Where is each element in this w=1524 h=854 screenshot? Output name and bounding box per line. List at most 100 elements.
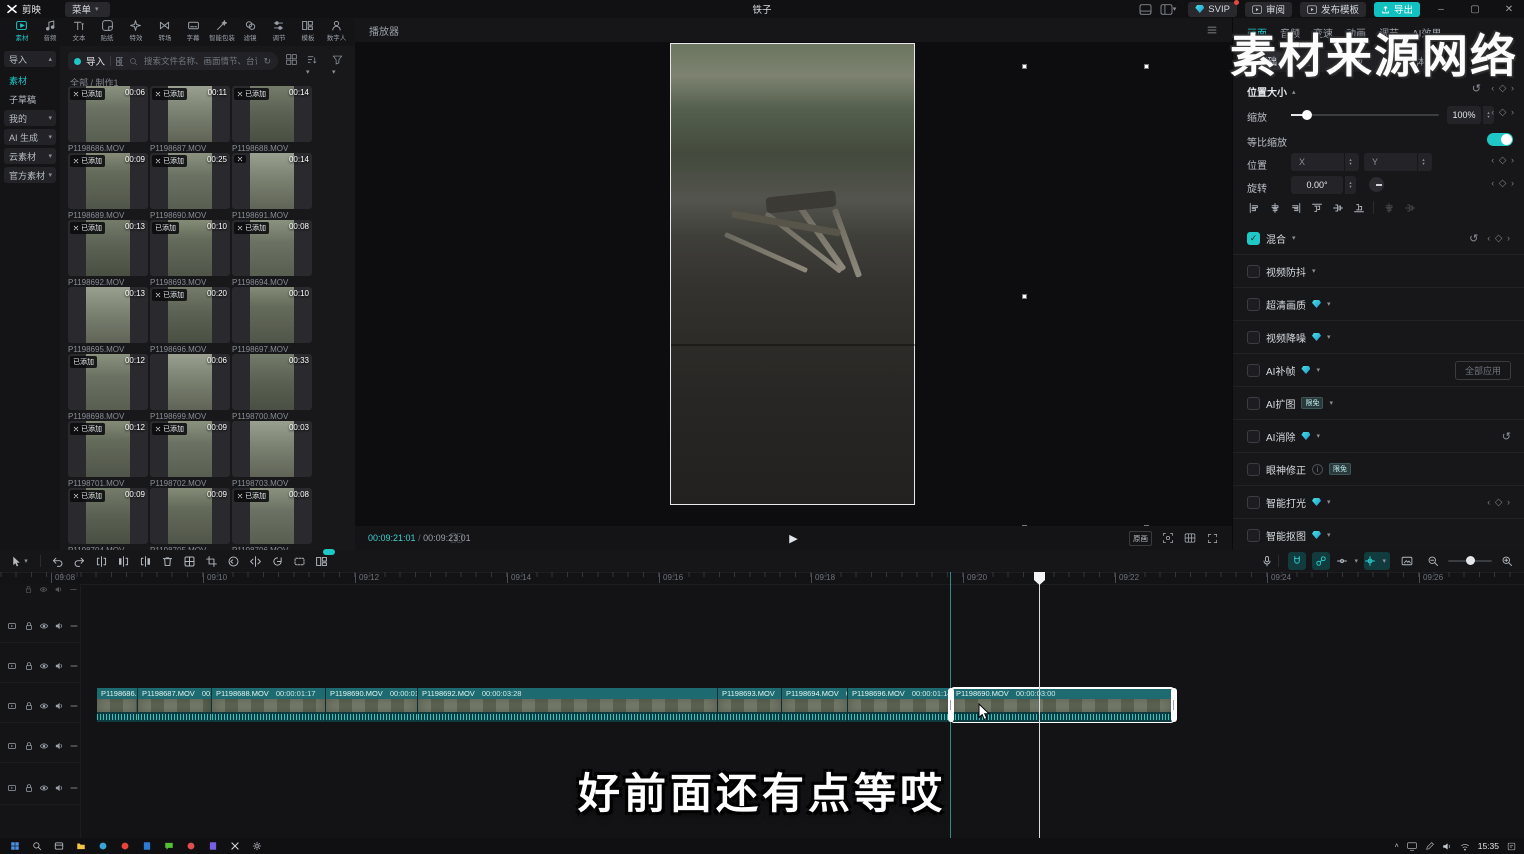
notification-center-icon[interactable] [1507,842,1516,851]
tray-expand-icon[interactable]: ˄ [1395,843,1399,850]
chevron-down-icon[interactable]: ▾ [1327,333,1331,341]
chevron-down-icon[interactable]: ▾ [1312,267,1316,275]
scale-keyframe[interactable]: ‹ ◇ › [1491,107,1515,118]
position-size-header[interactable]: 位置大小 [1247,84,1287,99]
tool-zoom-out[interactable] [1424,552,1442,570]
tool-cursor[interactable]: ▾ [8,552,34,570]
align-b-icon[interactable] [1350,200,1367,215]
rotate-dial[interactable] [1369,177,1384,192]
pen-icon[interactable] [1425,842,1434,851]
effect-checkbox[interactable] [1247,331,1260,344]
timeline-clip[interactable]: P1198688.MOV00:00:01:17 [212,688,326,722]
media-search-input[interactable] [142,55,259,67]
track2-track-type[interactable] [6,700,17,711]
tool-snap[interactable]: ▾ [1364,552,1390,570]
player-menu-icon[interactable] [1206,25,1218,35]
video-thumbnail[interactable]: 00:14 [232,153,312,209]
ribbon-tool-sticker[interactable]: 贴纸 [93,19,122,45]
tool-split-left[interactable] [114,552,132,570]
video-thumbnail[interactable]: 已添加00:08 [232,488,312,544]
maximize-button[interactable]: ▢ [1462,0,1488,18]
media-item[interactable]: 已添加00:12P1198698.MOV [68,354,148,421]
track0-lock[interactable] [23,620,34,631]
track3-track-type[interactable] [6,740,17,751]
tool-preview-axis[interactable]: ▾ [1336,552,1362,570]
reset-icon[interactable]: ↺ [1469,232,1478,245]
clip-trim-handle-right[interactable] [1171,688,1177,722]
chevron-down-icon[interactable]: ▾ [1316,432,1320,440]
network-icon[interactable] [1460,842,1470,851]
chevron-down-icon[interactable]: ▾ [1329,399,1333,407]
track3-lock[interactable] [23,740,34,751]
media-item[interactable]: 已添加00:12P1198701.MOV [68,421,148,488]
grid-view-icon[interactable] [286,54,297,65]
video-thumbnail[interactable]: 已添加00:20 [150,287,230,343]
quality-button[interactable]: 原画 [1129,531,1152,546]
track0-track-type[interactable] [6,620,17,631]
sidebar-item-4[interactable]: AI 生成▾ [4,129,56,145]
chevron-down-icon[interactable]: ▾ [1327,531,1331,539]
keyframe-control[interactable]: ‹ ◇ › [1487,497,1511,508]
tool-split[interactable] [92,552,110,570]
track1-eye[interactable] [38,660,49,671]
media-item[interactable]: 00:10P1198697.MOV [232,287,312,354]
media-item[interactable]: 已添加00:09P1198689.MOV [68,153,148,220]
play-button[interactable]: ▶ [789,532,797,545]
video-thumbnail[interactable]: 已添加00:14 [232,86,312,142]
chevron-down-icon[interactable]: ▾ [1327,498,1331,506]
track2-speaker[interactable] [53,700,64,711]
align-l-icon[interactable] [1245,200,1262,215]
track0-more[interactable] [68,620,79,631]
sidebar-item-5[interactable]: 云素材▾ [4,148,56,164]
y-stepper[interactable]: ▴▾ [1417,153,1429,171]
scale-slider[interactable] [1291,114,1439,116]
align-t-icon[interactable] [1308,200,1325,215]
info-icon[interactable]: i [1312,464,1323,475]
sidebar-item-6[interactable]: 官方素材▾ [4,167,56,183]
chevron-down-icon[interactable]: ▾ [1316,366,1320,374]
video-thumbnail[interactable]: 已添加00:09 [150,421,230,477]
video-thumbnail[interactable]: 已添加00:13 [68,220,148,276]
media-item[interactable]: 已添加00:10P1198693.MOV [150,220,230,287]
align-cy-icon[interactable] [1329,200,1346,215]
layout-panel-icon[interactable] [1139,4,1152,15]
effect-checkbox[interactable] [1247,298,1260,311]
media-item[interactable]: 00:09P1198705.MOV [150,488,230,550]
video-thumbnail[interactable]: 00:10 [232,287,312,343]
ribbon-tool-transition[interactable]: 转场 [150,19,179,45]
preview-zoom-icon[interactable] [1162,532,1174,544]
taskbar-app-red[interactable] [184,840,198,852]
taskbar-capcut[interactable] [228,840,242,852]
ribbon-tool-avatar[interactable]: 数字人 [322,19,351,45]
effect-checkbox[interactable] [1247,397,1260,410]
track3-eye[interactable] [38,740,49,751]
tool-delete[interactable] [158,552,176,570]
track3-speaker[interactable] [53,740,64,751]
clip-trim-handle-left[interactable] [948,688,954,722]
effect-checkbox[interactable] [1247,496,1260,509]
media-item[interactable]: 00:03P1198703.MOV [232,421,312,488]
compare-frames-icon[interactable] [450,533,463,543]
video-thumbnail[interactable]: 已添加00:12 [68,354,148,410]
effect-checkbox[interactable]: ✓ [1247,232,1260,245]
media-item[interactable]: 已添加00:14P1198688.MOV [232,86,312,153]
tool-crop[interactable] [202,552,220,570]
media-item[interactable]: 已添加00:09P1198704.MOV [68,488,148,550]
track1-speaker[interactable] [53,660,64,671]
timeline-clip[interactable]: P1198693.MOV00: [718,688,782,722]
ribbon-tool-adjust[interactable]: 调节 [264,19,293,45]
track-global-lock[interactable] [23,584,34,595]
track2-lock[interactable] [23,700,34,711]
video-thumbnail[interactable]: 00:06 [150,354,230,410]
media-item[interactable]: 00:33P1198700.MOV [232,354,312,421]
effect-checkbox[interactable] [1247,529,1260,542]
taskbar-wechat[interactable] [162,840,176,852]
video-thumbnail[interactable]: 00:03 [232,421,312,477]
minimize-button[interactable]: – [1428,0,1454,18]
svip-button[interactable]: SVIP [1188,2,1237,17]
tool-mic[interactable] [1258,552,1276,570]
uniform-scale-toggle[interactable] [1487,133,1513,146]
tool-mirror[interactable] [246,552,264,570]
tool-extract-badged[interactable] [312,552,330,570]
sidebar-item-2[interactable]: 子草稿 [4,91,56,107]
